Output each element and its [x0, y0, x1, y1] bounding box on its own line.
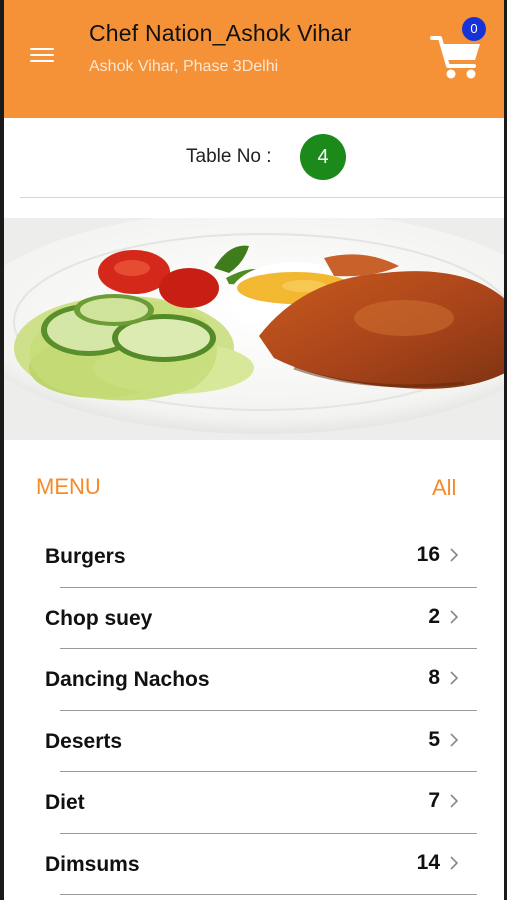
app-screen: Chef Nation_Ashok Vihar Ashok Vihar, Pha…: [0, 0, 507, 900]
category-name: Chop suey: [45, 606, 153, 630]
category-name: Dancing Nachos: [45, 668, 210, 691]
chevron-right-icon: [450, 732, 459, 747]
table-number-badge: 4: [300, 134, 346, 180]
cart-count-badge: 0: [462, 17, 486, 41]
chevron-right-icon: [450, 671, 459, 685]
list-item[interactable]: Burgers 16: [0, 526, 507, 588]
divider: [20, 197, 507, 198]
restaurant-address: Ashok Vihar, Phase 3Delhi: [89, 58, 279, 75]
menu-all-link[interactable]: All: [432, 475, 456, 501]
chevron-right-icon: [450, 794, 459, 808]
category-count: 14: [416, 850, 440, 874]
restaurant-title: Chef Nation_Ashok Vihar: [89, 20, 352, 46]
list-item[interactable]: Diet 7: [0, 772, 507, 834]
category-count: 8: [428, 666, 440, 689]
category-name: Dimsums: [45, 852, 140, 876]
table-info: Table No : 4: [4, 118, 504, 198]
list-item[interactable]: Dimsums 14: [0, 834, 507, 895]
hero-food-image: [4, 218, 504, 440]
app-header: Chef Nation_Ashok Vihar Ashok Vihar, Pha…: [4, 0, 504, 118]
category-name: Deserts: [45, 729, 123, 753]
device-frame-edge: [0, 0, 4, 900]
category-count: 2: [428, 604, 440, 628]
list-item[interactable]: Dancing Nachos 8: [0, 649, 507, 711]
category-count: 7: [428, 789, 440, 812]
list-item[interactable]: Chop suey 2: [0, 588, 507, 649]
hamburger-menu-icon[interactable]: [30, 45, 54, 69]
category-count: 16: [416, 543, 440, 566]
category-count: 5: [428, 727, 440, 751]
chevron-right-icon: [450, 855, 459, 870]
category-name: Diet: [45, 791, 85, 814]
chevron-right-icon: [450, 609, 459, 624]
menu-heading: MENU: [36, 474, 101, 499]
category-name: Burgers: [45, 545, 126, 568]
chevron-right-icon: [450, 548, 459, 562]
list-item[interactable]: Deserts 5: [0, 711, 507, 772]
divider: [60, 894, 477, 895]
table-label: Table No :: [186, 146, 272, 167]
